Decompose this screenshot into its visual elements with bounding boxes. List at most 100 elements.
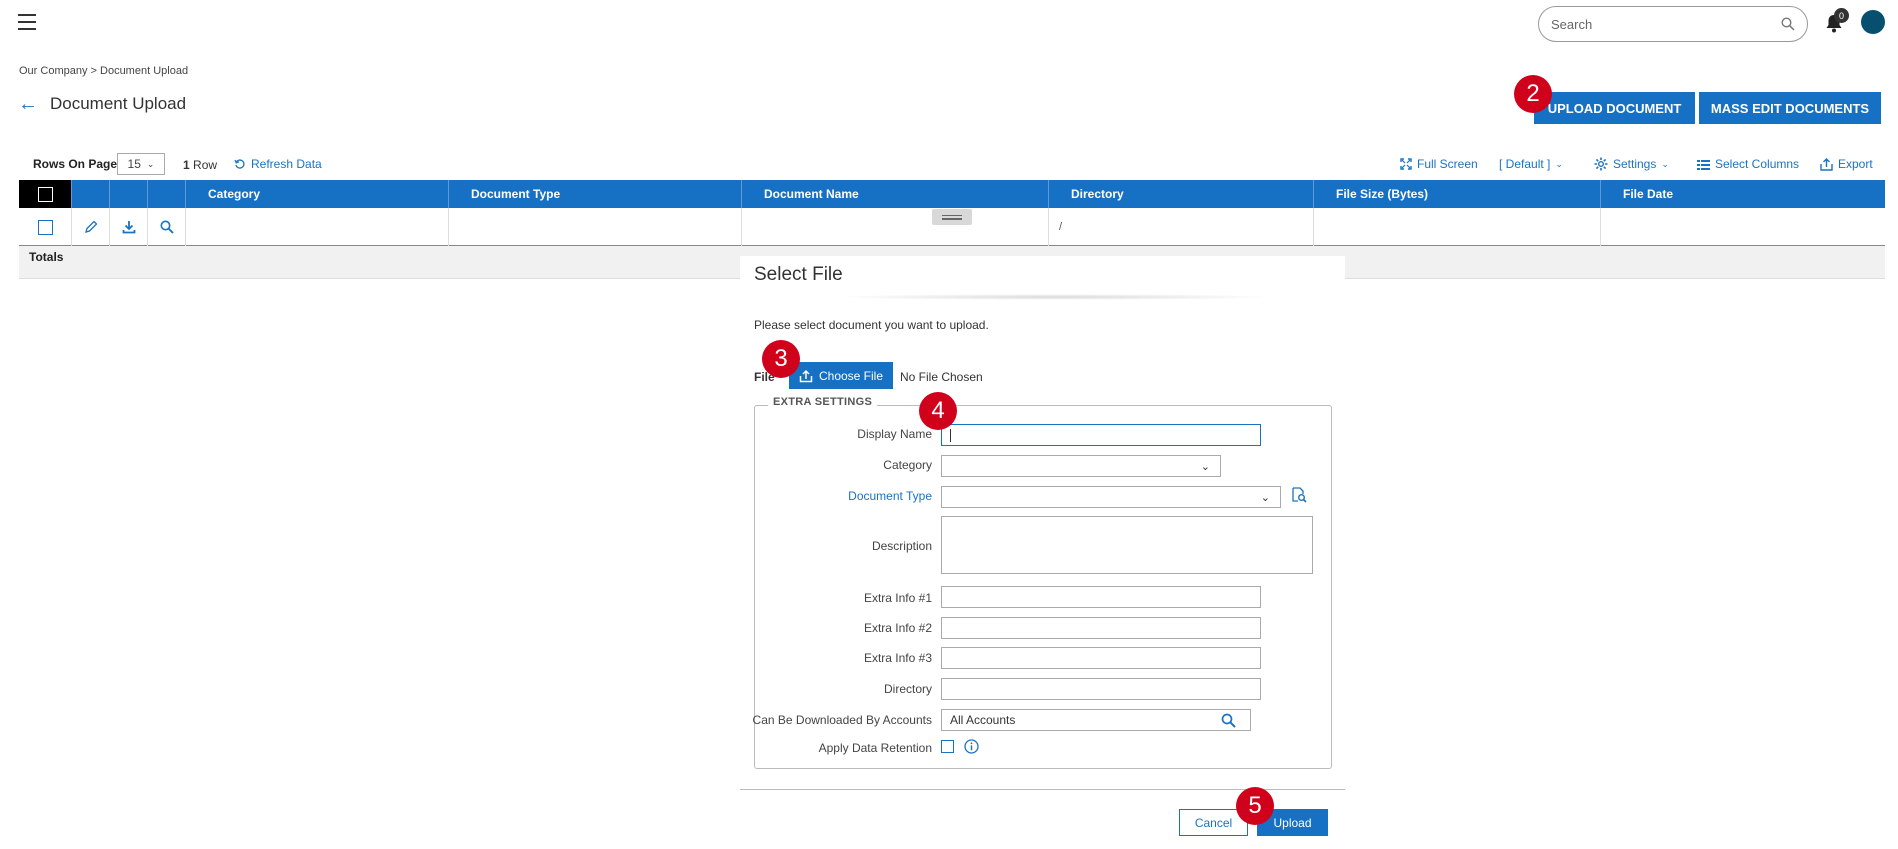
chevron-down-icon: ⌄ bbox=[1200, 461, 1210, 473]
category-label: Category bbox=[883, 458, 932, 472]
file-date-cell bbox=[1601, 208, 1885, 246]
rows-on-page-value: 15 bbox=[127, 157, 141, 171]
columns-icon bbox=[1697, 159, 1710, 170]
search-icon bbox=[1781, 17, 1795, 31]
grid-header: Category Document Type Document Name Dir… bbox=[19, 180, 1885, 208]
choose-file-button[interactable]: Choose File bbox=[789, 362, 893, 389]
category-select[interactable]: ⌄ bbox=[941, 455, 1221, 477]
directory-input[interactable] bbox=[941, 678, 1261, 700]
document-name-cell bbox=[742, 208, 1049, 246]
chevron-down-icon: ⌄ bbox=[1661, 158, 1669, 169]
rows-on-page-select[interactable]: 15 ⌄ bbox=[117, 153, 165, 175]
row-count-label: Row bbox=[193, 158, 218, 172]
column-header-file-size[interactable]: File Size (Bytes) bbox=[1314, 180, 1601, 208]
column-header-category[interactable]: Category bbox=[186, 180, 449, 208]
settings-label: Settings bbox=[1613, 157, 1657, 171]
user-avatar[interactable] bbox=[1861, 10, 1885, 34]
main-menu-icon[interactable] bbox=[18, 14, 36, 30]
column-header-file-date[interactable]: File Date bbox=[1601, 180, 1885, 208]
document-search-icon[interactable] bbox=[1291, 487, 1307, 503]
column-header-document-name[interactable]: Document Name bbox=[742, 180, 1049, 208]
step-badge-2: 2 bbox=[1514, 75, 1552, 113]
directory-label: Directory bbox=[883, 682, 932, 696]
description-textarea[interactable] bbox=[941, 516, 1313, 574]
totals-label: Totals bbox=[29, 250, 64, 264]
column-filter-handle[interactable] bbox=[932, 209, 972, 225]
full-screen-label: Full Screen bbox=[1417, 157, 1478, 171]
downloadable-by-input[interactable]: All Accounts bbox=[941, 709, 1251, 731]
choose-file-label: Choose File bbox=[818, 368, 884, 383]
text-caret bbox=[950, 428, 951, 442]
edit-cell bbox=[72, 208, 110, 246]
select-all-checkbox[interactable] bbox=[37, 186, 53, 202]
document-type-cell bbox=[449, 208, 742, 246]
step-badge-5: 5 bbox=[1236, 787, 1274, 825]
display-name-label: Display Name bbox=[857, 427, 932, 441]
settings-dropdown[interactable]: Settings ⌄ bbox=[1594, 157, 1669, 171]
step-badge-3: 3 bbox=[762, 340, 800, 378]
header-action-cell bbox=[110, 180, 148, 208]
export-button[interactable]: Export bbox=[1820, 157, 1873, 171]
display-name-input[interactable] bbox=[941, 424, 1261, 446]
global-search[interactable] bbox=[1538, 6, 1808, 42]
row-count-value: 1 bbox=[183, 158, 190, 172]
notification-count-badge: 0 bbox=[1834, 8, 1849, 23]
refresh-icon bbox=[234, 159, 245, 169]
page-title: Document Upload bbox=[50, 94, 187, 113]
extra-info-2-input[interactable] bbox=[941, 617, 1261, 639]
upload-document-button[interactable]: UPLOAD DOCUMENT bbox=[1534, 92, 1695, 124]
modal-description: Please select document you want to uploa… bbox=[754, 318, 989, 332]
extra-info-3-label: Extra Info #3 bbox=[863, 651, 932, 665]
search-icon[interactable] bbox=[1221, 713, 1236, 728]
chevron-down-icon: ⌄ bbox=[1555, 158, 1563, 169]
apply-data-retention-checkbox[interactable] bbox=[941, 740, 954, 753]
apply-data-retention-label: Apply Data Retention bbox=[818, 741, 932, 755]
row-count: 1 Row bbox=[183, 158, 217, 172]
gear-icon bbox=[1594, 157, 1608, 171]
select-columns-button[interactable]: Select Columns bbox=[1697, 157, 1799, 171]
select-columns-label: Select Columns bbox=[1715, 157, 1800, 171]
info-icon[interactable] bbox=[964, 739, 979, 754]
column-header-directory[interactable]: Directory bbox=[1049, 180, 1314, 208]
view-cell bbox=[148, 208, 186, 246]
expand-icon bbox=[1400, 158, 1412, 170]
magnifier-icon[interactable] bbox=[160, 220, 174, 234]
extra-info-2-label: Extra Info #2 bbox=[863, 621, 932, 635]
export-label: Export bbox=[1838, 157, 1873, 171]
search-input[interactable] bbox=[1551, 16, 1781, 32]
row-checkbox[interactable] bbox=[37, 219, 53, 235]
column-header-document-type[interactable]: Document Type bbox=[449, 180, 742, 208]
download-cell bbox=[110, 208, 148, 246]
full-screen-button[interactable]: Full Screen bbox=[1400, 157, 1478, 171]
row-select-cell bbox=[19, 208, 72, 246]
extra-info-1-label: Extra Info #1 bbox=[863, 591, 932, 605]
step-badge-4: 4 bbox=[919, 392, 957, 430]
mass-edit-documents-button[interactable]: MASS EDIT DOCUMENTS bbox=[1699, 92, 1881, 124]
rows-on-page-label: Rows On Page bbox=[33, 157, 118, 171]
refresh-data-button[interactable]: Refresh Data bbox=[234, 157, 322, 171]
upload-icon bbox=[799, 369, 813, 382]
breadcrumb: Our Company > Document Upload bbox=[19, 65, 189, 77]
chevron-down-icon: ⌄ bbox=[146, 158, 155, 169]
select-all-cell bbox=[19, 180, 72, 208]
category-cell bbox=[186, 208, 449, 246]
extra-settings-legend: EXTRA SETTINGS bbox=[768, 396, 878, 408]
document-type-select[interactable]: ⌄ bbox=[941, 486, 1281, 508]
modal-title-divider bbox=[830, 294, 1280, 300]
pencil-icon[interactable] bbox=[84, 220, 98, 234]
default-view-label: [ Default ] bbox=[1499, 157, 1551, 171]
default-view-dropdown[interactable]: [ Default ] ⌄ bbox=[1499, 157, 1563, 171]
back-arrow-icon[interactable]: ← bbox=[18, 94, 38, 114]
downloadable-by-value: All Accounts bbox=[950, 713, 1016, 727]
extra-info-1-input[interactable] bbox=[941, 586, 1261, 608]
export-icon bbox=[1820, 157, 1833, 171]
downloadable-by-label: Can Be Downloaded By Accounts bbox=[752, 713, 932, 727]
header-action-cell bbox=[148, 180, 186, 208]
file-size-cell bbox=[1314, 208, 1601, 246]
description-label: Description bbox=[871, 539, 932, 553]
document-type-link[interactable]: Document Type bbox=[732, 489, 932, 503]
download-icon[interactable] bbox=[122, 220, 136, 234]
header-action-cell bbox=[72, 180, 110, 208]
refresh-data-label: Refresh Data bbox=[251, 157, 322, 171]
extra-info-3-input[interactable] bbox=[941, 647, 1261, 669]
